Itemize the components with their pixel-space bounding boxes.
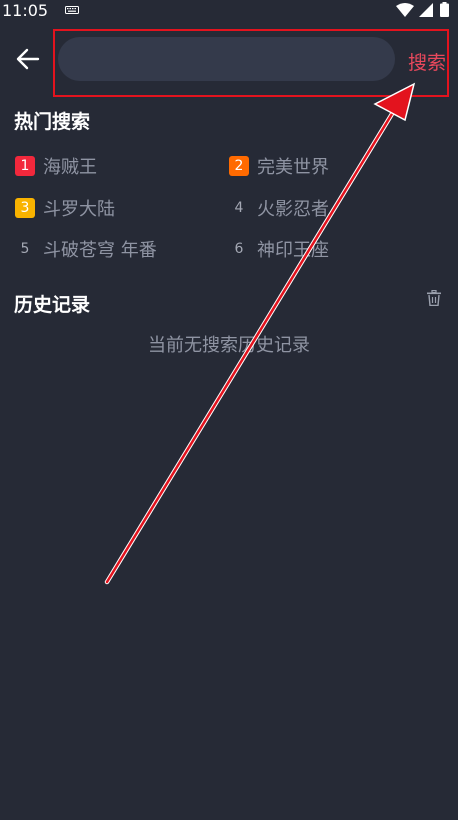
search-page: 11:05 搜索 热门搜索 1 海贼王 2 完美世界 3 斗罗大陆 4 火影忍者… xyxy=(0,0,458,820)
keyboard-icon xyxy=(65,6,79,14)
status-bar: 11:05 xyxy=(0,0,458,22)
history-empty-text: 当前无搜索历史记录 xyxy=(148,335,310,356)
hot-item[interactable]: 1 海贼王 xyxy=(15,154,97,178)
hot-item-label: 火影忍者 xyxy=(257,199,329,220)
search-button[interactable]: 搜索 xyxy=(408,48,446,75)
search-input[interactable] xyxy=(58,37,395,81)
rank-badge: 3 xyxy=(15,198,35,218)
rank-badge: 1 xyxy=(15,156,35,176)
rank-number: 5 xyxy=(20,241,30,257)
wifi-icon xyxy=(396,3,414,17)
hot-item[interactable]: 5 斗破苍穹 年番 xyxy=(15,237,157,261)
signal-icon xyxy=(419,3,433,17)
hot-item[interactable]: 3 斗罗大陆 xyxy=(15,196,115,220)
hot-search-title: 热门搜索 xyxy=(14,111,91,133)
arrow-left-icon[interactable] xyxy=(16,48,40,70)
hot-item-label: 斗罗大陆 xyxy=(43,199,115,220)
rank-number: 4 xyxy=(234,200,244,216)
hot-item-label: 神印王座 xyxy=(257,240,329,261)
hot-item[interactable]: 4 火影忍者 xyxy=(229,196,329,220)
status-time: 11:05 xyxy=(2,1,49,20)
battery-icon xyxy=(440,2,449,17)
hot-item-label: 斗破苍穹 年番 xyxy=(43,240,157,261)
hot-item-label: 海贼王 xyxy=(43,157,97,178)
hot-item[interactable]: 2 完美世界 xyxy=(229,154,329,178)
hot-item-label: 完美世界 xyxy=(257,157,329,178)
trash-icon[interactable] xyxy=(427,290,441,306)
history-title: 历史记录 xyxy=(14,294,91,316)
hot-item[interactable]: 6 神印王座 xyxy=(229,237,329,261)
rank-number: 6 xyxy=(234,241,244,257)
rank-badge: 2 xyxy=(229,156,249,176)
